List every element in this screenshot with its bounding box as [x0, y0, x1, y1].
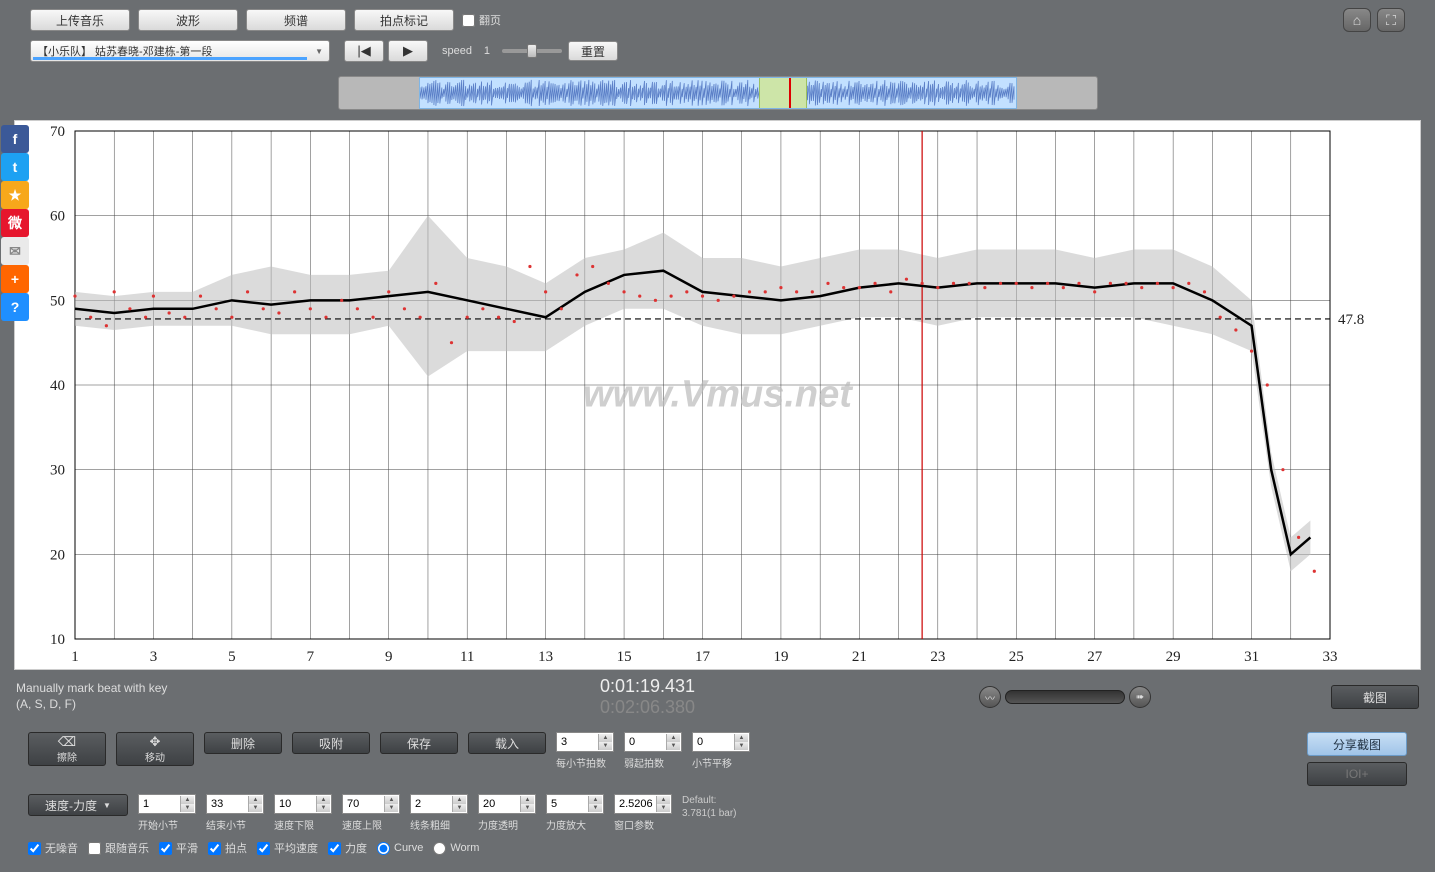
page-toggle-label: 翻页: [479, 12, 501, 28]
dynamics-check[interactable]: 力度: [328, 840, 367, 856]
svg-text:29: 29: [1166, 649, 1181, 665]
svg-text:33: 33: [1323, 649, 1338, 665]
time-duration: 0:02:06.380: [316, 697, 979, 718]
page-toggle[interactable]: 翻页: [462, 12, 501, 28]
hint-line2: (A, S, D, F): [16, 697, 316, 713]
svg-text:7: 7: [307, 649, 315, 665]
erase-button[interactable]: ⌫擦除: [28, 732, 106, 766]
screenshot-button[interactable]: 截图: [1331, 685, 1419, 709]
svg-text:23: 23: [930, 649, 945, 665]
waveform-selection: [759, 78, 807, 108]
waveform-overview[interactable]: [338, 76, 1098, 110]
tempo-chart[interactable]: f t ★ 微 ✉ + ? 47.81357911131517192123252…: [14, 120, 1421, 670]
upload-button[interactable]: 上传音乐: [30, 9, 130, 31]
mode-select[interactable]: 速度-力度▼: [28, 794, 128, 816]
worm-radio[interactable]: Worm: [433, 842, 479, 855]
svg-text:70: 70: [50, 124, 65, 140]
beatmark-button[interactable]: 拍点标记: [354, 9, 454, 31]
end-bar-spin[interactable]: 33▲▼结束小节: [206, 794, 264, 832]
svg-text:21: 21: [852, 649, 867, 665]
mail-icon[interactable]: ✉: [1, 237, 29, 265]
track-select[interactable]: 【小乐队】 姑苏春晓-邓建栋-第一段: [30, 40, 330, 62]
hint-line1: Manually mark beat with key: [16, 681, 316, 697]
svg-text:5: 5: [228, 649, 236, 665]
avgspeed-check[interactable]: 平均速度: [257, 840, 318, 856]
waveform-cursor: [789, 78, 791, 108]
svg-text:25: 25: [1009, 649, 1024, 665]
svg-text:9: 9: [385, 649, 393, 665]
reset-button[interactable]: 重置: [568, 41, 618, 61]
qzone-icon[interactable]: ★: [1, 181, 29, 209]
spectrum-button[interactable]: 频谱: [246, 9, 346, 31]
svg-text:1: 1: [71, 649, 79, 665]
home-icon[interactable]: ⌂: [1343, 8, 1371, 32]
speed-lo-spin[interactable]: 10▲▼速度下限: [274, 794, 332, 832]
load-button[interactable]: 载入: [468, 732, 546, 754]
svg-text:13: 13: [538, 649, 553, 665]
svg-text:3: 3: [150, 649, 158, 665]
facebook-icon[interactable]: f: [1, 125, 29, 153]
curve-radio[interactable]: Curve: [377, 842, 423, 855]
beats-check[interactable]: 拍点: [208, 840, 247, 856]
follow-check[interactable]: 跟随音乐: [88, 840, 149, 856]
fullscreen-icon[interactable]: ⛶: [1377, 8, 1405, 32]
dyn-scale-spin[interactable]: 5▲▼力度放大: [546, 794, 604, 832]
delete-button[interactable]: 删除: [204, 732, 282, 754]
rewind-button[interactable]: |◀: [344, 40, 384, 62]
svg-text:50: 50: [50, 293, 65, 309]
line-width-spin[interactable]: 2▲▼线条粗细: [410, 794, 468, 832]
default-label: Default:: [682, 794, 736, 807]
svg-text:11: 11: [460, 649, 474, 665]
bar-shift-spin[interactable]: 0▲▼小节平移: [692, 732, 750, 770]
window-spin[interactable]: 2.5206▲▼窗口参数: [614, 794, 672, 832]
weibo-icon[interactable]: 微: [1, 209, 29, 237]
beats-per-bar-spin[interactable]: 3▲▼每小节拍数: [556, 732, 614, 770]
twitter-icon[interactable]: t: [1, 153, 29, 181]
track-progress: [33, 57, 307, 60]
start-bar-spin[interactable]: 1▲▼开始小节: [138, 794, 196, 832]
anacrusis-spin[interactable]: 0▲▼弱起拍数: [624, 732, 682, 770]
svg-text:17: 17: [695, 649, 711, 665]
svg-text:19: 19: [773, 649, 788, 665]
speed-slider[interactable]: [502, 49, 562, 53]
waveform-button[interactable]: 波形: [138, 9, 238, 31]
share-plus-icon[interactable]: +: [1, 265, 29, 293]
svg-text:15: 15: [617, 649, 632, 665]
default-value: 3.781(1 bar): [682, 807, 736, 820]
ioi-button[interactable]: IOI+: [1307, 762, 1407, 786]
share-screenshot-button[interactable]: 分享截图: [1307, 732, 1407, 756]
smooth-check[interactable]: 平滑: [159, 840, 198, 856]
dyn-alpha-spin[interactable]: 20▲▼力度透明: [478, 794, 536, 832]
save-button[interactable]: 保存: [380, 732, 458, 754]
speed-hi-spin[interactable]: 70▲▼速度上限: [342, 794, 400, 832]
time-current: 0:01:19.431: [316, 676, 979, 697]
svg-text:47.8: 47.8: [1338, 312, 1364, 328]
svg-text:40: 40: [50, 378, 65, 394]
svg-text:30: 30: [50, 463, 65, 479]
worm-right-icon[interactable]: ➠: [1129, 686, 1151, 708]
nojitter-check[interactable]: 无噪音: [28, 840, 78, 856]
svg-text:10: 10: [50, 632, 65, 648]
snap-button[interactable]: 吸附: [292, 732, 370, 754]
worm-slider[interactable]: [1005, 690, 1125, 704]
svg-text:20: 20: [50, 547, 65, 563]
help-icon[interactable]: ?: [1, 293, 29, 321]
play-button[interactable]: ▶: [388, 40, 428, 62]
speed-label: speed: [442, 45, 472, 57]
svg-text:27: 27: [1087, 649, 1103, 665]
worm-left-icon[interactable]: 〰: [979, 686, 1001, 708]
svg-text:60: 60: [50, 209, 65, 225]
speed-value: 1: [478, 45, 496, 57]
move-button[interactable]: ✥移动: [116, 732, 194, 766]
svg-text:31: 31: [1244, 649, 1259, 665]
